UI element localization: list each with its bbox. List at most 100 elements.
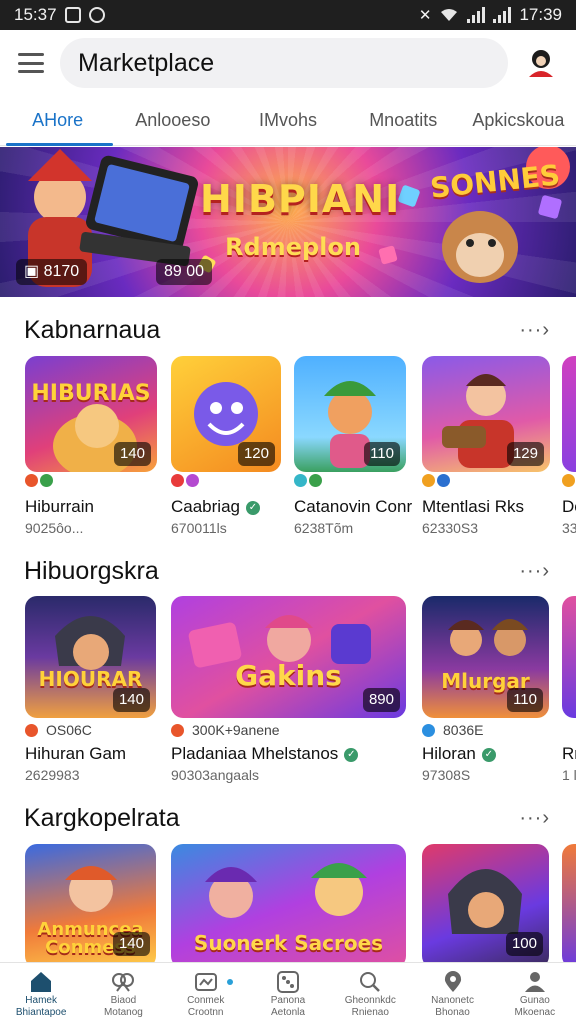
thumbnail-title: HIBURIAS: [31, 380, 151, 406]
section-title: Kabnarnaua: [24, 315, 161, 344]
app-thumbnail: Gakins 890: [171, 596, 406, 718]
category-dots: [25, 474, 53, 487]
nav-item-4[interactable]: Panona Aetonla: [247, 963, 329, 1024]
nav-label-secondary: Bhonao: [435, 1007, 470, 1018]
app-thumbnail: 120: [171, 356, 281, 472]
app-meta: 1 l: [562, 767, 576, 783]
pin-icon: [444, 971, 461, 992]
app-thumbnail: HIOURAR 140: [25, 596, 156, 718]
nav-item-6[interactable]: Nanonetc Bhonao: [411, 963, 493, 1024]
status-time: 15:37: [14, 5, 57, 24]
search-input[interactable]: Marketplace: [60, 38, 508, 88]
app-row-3: Anmuncea Conmess 140 Suonerk Sacroes 100: [0, 844, 576, 962]
nav-item-5[interactable]: Gheonnkdc Rnienao: [329, 963, 411, 1024]
signal-icon-2: [493, 7, 512, 23]
app-card[interactable]: Mlurgar 110: [422, 596, 549, 718]
app-tag: 300K+9anene: [192, 722, 280, 738]
app-tag: OS06C: [46, 722, 92, 738]
app-name[interactable]: Rr: [562, 744, 576, 764]
app-card[interactable]: Anmuncea Conmess 140: [25, 844, 156, 962]
rating-badge: 100: [505, 932, 543, 956]
app-notification-icon: [88, 7, 105, 23]
app-name-wrap[interactable]: Caabriag ✓: [171, 497, 260, 517]
rating-badge: 140: [112, 688, 150, 712]
app-thumbnail: HIBURIAS 140: [25, 356, 157, 472]
nav-label: Gunao: [519, 995, 550, 1006]
app-name[interactable]: Catanovin Conr: [294, 497, 412, 517]
app-card[interactable]: [562, 596, 576, 718]
app-name[interactable]: Mtentlasi Rks: [422, 497, 524, 517]
more-arrow-icon[interactable]: ···›: [519, 560, 550, 583]
more-arrow-icon[interactable]: ···›: [519, 807, 550, 830]
app-name[interactable]: Hiburrain: [25, 497, 94, 517]
app-meta: 62330S3: [422, 520, 479, 536]
banner-chip-left: ▣ 8170: [16, 259, 88, 285]
category-dots: 8036E: [422, 722, 483, 738]
app-card[interactable]: Suonerk Sacroes: [171, 844, 406, 962]
app-name-wrap[interactable]: Pladaniaa Mhelstanos ✓: [171, 744, 359, 764]
thumbnail-title: Suonerk Sacroes: [193, 930, 384, 955]
app-card[interactable]: 100: [422, 844, 549, 962]
app-meta: 670011ls: [171, 520, 227, 536]
app-card[interactable]: [562, 356, 576, 472]
app-meta: 97308S: [422, 767, 471, 783]
nav-label-secondary: Motanog: [103, 1007, 143, 1018]
rating-badge: 890: [362, 688, 400, 712]
tab-imvohs[interactable]: IMvohs: [230, 96, 345, 145]
app-thumbnail: [562, 844, 576, 962]
category-dots: [422, 474, 450, 487]
banner-title: HIBPIANI: [200, 177, 401, 221]
app-card[interactable]: Gakins 890: [171, 596, 406, 718]
app-name[interactable]: Do: [562, 497, 576, 517]
nav-label: Conmek: [187, 995, 225, 1006]
more-arrow-icon[interactable]: ···›: [519, 319, 550, 342]
nav-item-profile[interactable]: Gunao Mkoenac: [494, 963, 576, 1024]
app-card[interactable]: [562, 844, 576, 962]
app-header: Marketplace: [0, 30, 576, 96]
app-card[interactable]: HIOURAR 140: [25, 596, 156, 718]
nav-label-secondary: Mkoenac: [514, 1007, 556, 1018]
section-title: Kargkopelrata: [24, 803, 180, 832]
tab-apkicskoua[interactable]: Apkicskoua: [461, 96, 576, 145]
category-dots: [562, 474, 575, 487]
bottom-navigation: Hamek Bhiantapoe Biaod Motanog Conmek Cr…: [0, 962, 576, 1024]
notification-dot: [226, 979, 233, 985]
dice-icon: [276, 971, 299, 993]
nav-label: Nanonetc: [431, 995, 474, 1006]
gamepad-icon: [194, 973, 217, 991]
app-row-1: HIBURIAS 140 Hiburrain 9025ôo... 120 Caa…: [0, 356, 576, 536]
nav-item-2[interactable]: Biaod Motanog: [82, 963, 164, 1024]
status-time-right: 17:39: [519, 5, 562, 24]
app-thumbnail: Suonerk Sacroes: [171, 844, 406, 962]
app-card[interactable]: 129: [422, 356, 550, 472]
profile-icon: [524, 972, 545, 992]
square-icon: ▣: [24, 263, 44, 280]
tab-anlooeso[interactable]: Anlooeso: [115, 96, 230, 145]
app-thumbnail: 129: [422, 356, 550, 472]
nav-label: Panona: [270, 995, 306, 1006]
tab-mnoatits[interactable]: Mnoatits: [346, 96, 461, 145]
nav-label-secondary: Crootnn: [187, 1007, 224, 1018]
signal-icon: [467, 7, 486, 23]
app-name: Pladaniaa Mhelstanos: [171, 744, 339, 763]
app-name[interactable]: Hihuran Gam: [25, 744, 126, 764]
app-name-wrap[interactable]: Hiloran ✓: [422, 744, 496, 764]
menu-icon[interactable]: [18, 53, 44, 73]
tab-home[interactable]: AHore: [0, 96, 115, 146]
account-icon[interactable]: [524, 46, 558, 80]
nav-item-home[interactable]: Hamek Bhiantapoe: [0, 963, 82, 1024]
app-meta: 2629983: [25, 767, 80, 783]
app-thumbnail: 100: [422, 844, 549, 962]
app-card[interactable]: 120: [171, 356, 281, 472]
app-thumbnail: [562, 596, 576, 718]
app-thumbnail: [562, 356, 576, 472]
search-icon: [360, 972, 381, 992]
nav-item-3[interactable]: Conmek Crootnn: [165, 963, 247, 1024]
app-card[interactable]: 110: [294, 356, 406, 472]
app-thumbnail: Anmuncea Conmess 140: [25, 844, 156, 962]
app-name: Hiloran: [422, 744, 476, 763]
verified-icon: ✓: [344, 747, 359, 762]
banner-subtitle: Rdmeplon: [225, 233, 361, 261]
app-card[interactable]: HIBURIAS 140: [25, 356, 157, 472]
app-tag: 8036E: [443, 722, 484, 738]
